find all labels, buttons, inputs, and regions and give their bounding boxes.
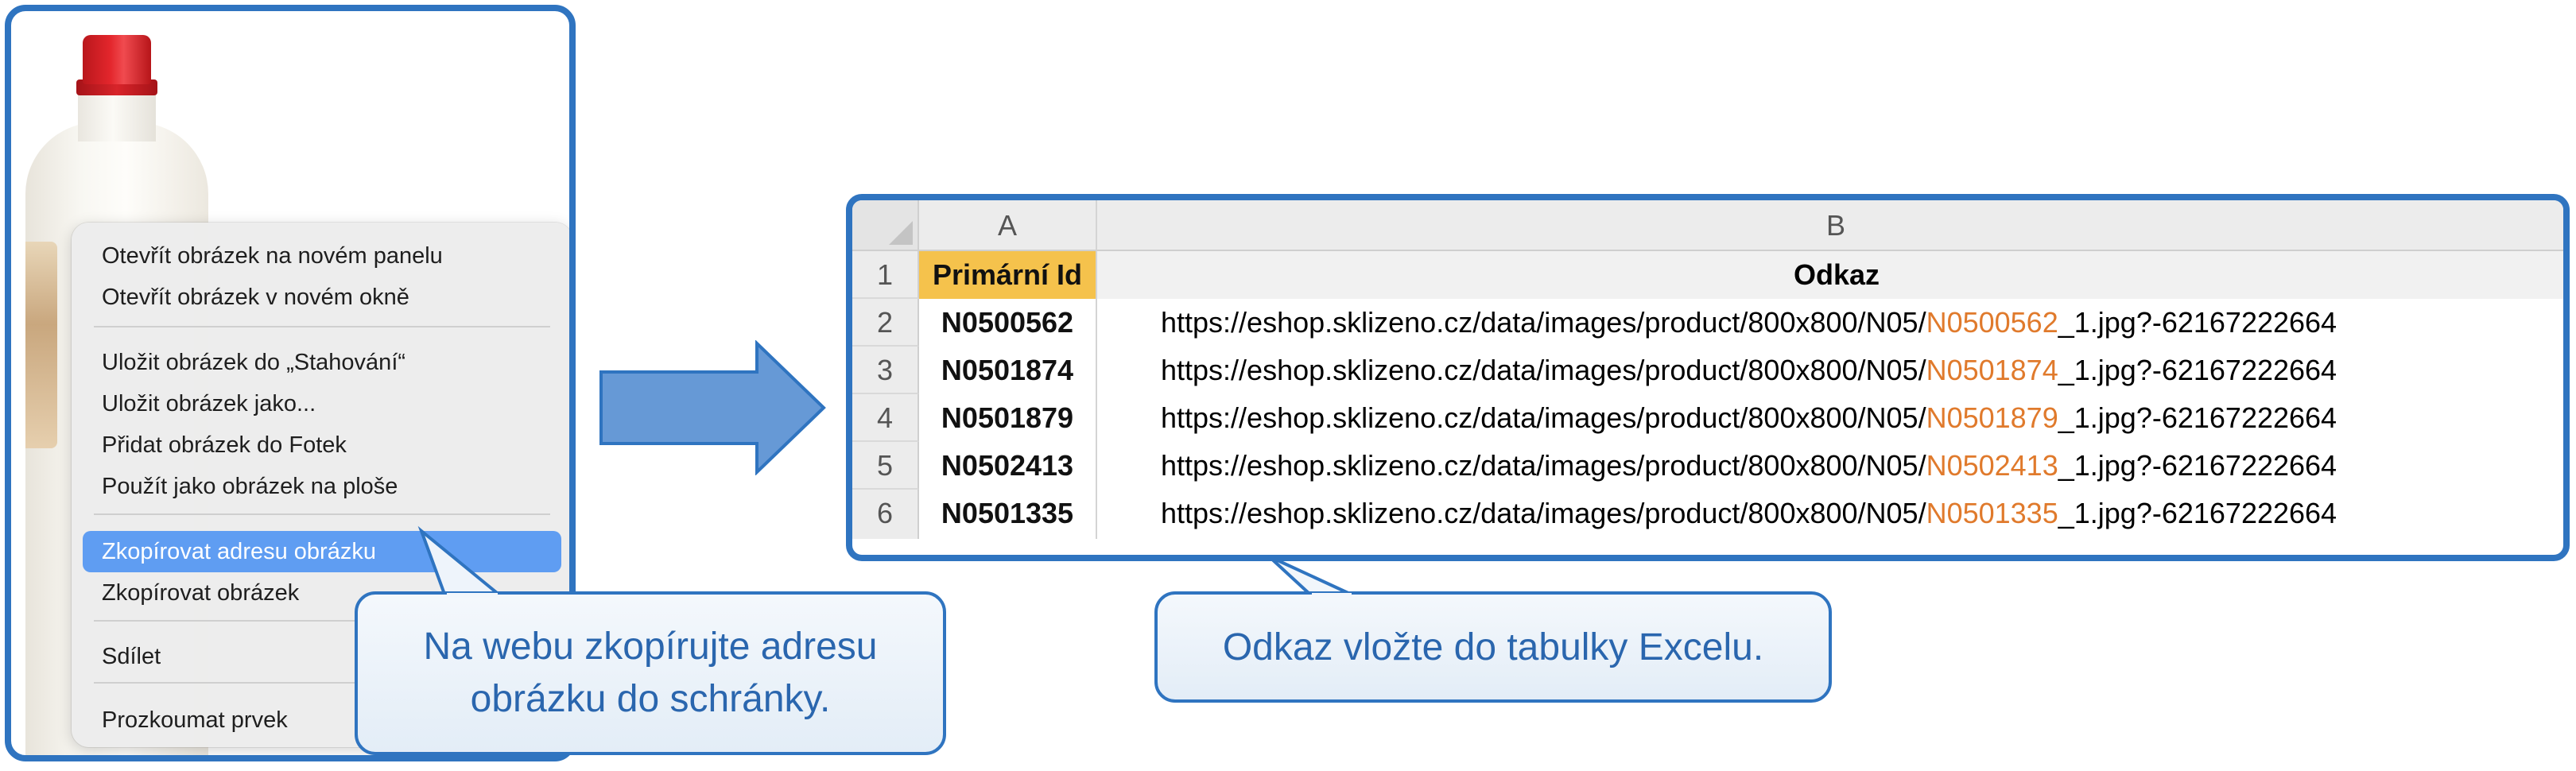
url-prefix: https://eshop.sklizeno.cz/data/images/pr… bbox=[1161, 354, 1926, 386]
row-number[interactable]: 1 bbox=[852, 251, 919, 299]
cell-b-url[interactable]: https://eshop.sklizeno.cz/data/images/pr… bbox=[1097, 394, 2563, 442]
callout-tail-join bbox=[447, 593, 498, 598]
url-suffix: _1.jpg?-62167222664 bbox=[2058, 306, 2337, 339]
cell-a1-header[interactable]: Primární Id bbox=[919, 251, 1097, 299]
url-id-highlight: N0500562 bbox=[1926, 306, 2058, 339]
url-suffix: _1.jpg?-62167222664 bbox=[2058, 354, 2337, 386]
url-suffix: _1.jpg?-62167222664 bbox=[2058, 449, 2337, 482]
url-prefix: https://eshop.sklizeno.cz/data/images/pr… bbox=[1161, 306, 1926, 339]
menu-item-open-new-window[interactable]: Otevřít obrázek v novém okně bbox=[83, 277, 561, 318]
url-id-highlight: N0501335 bbox=[1926, 497, 2058, 529]
url-suffix: _1.jpg?-62167222664 bbox=[2058, 497, 2337, 529]
url-suffix: _1.jpg?-62167222664 bbox=[2058, 401, 2337, 434]
row-number[interactable]: 5 bbox=[852, 442, 919, 490]
callout-left-line-2: obrázku do schránky. bbox=[470, 678, 831, 720]
menu-item-use-as-desktop[interactable]: Použít jako obrázek na ploše bbox=[83, 466, 561, 507]
cell-a-id[interactable]: N0502413 bbox=[919, 442, 1097, 490]
cell-b-url[interactable]: https://eshop.sklizeno.cz/data/images/pr… bbox=[1097, 442, 2563, 490]
menu-item-save-to-downloads[interactable]: Uložit obrázek do „Stahování“ bbox=[83, 342, 561, 383]
cell-a-id[interactable]: N0500562 bbox=[919, 299, 1097, 347]
right-arrow-icon bbox=[599, 340, 826, 475]
row-number[interactable]: 3 bbox=[852, 347, 919, 394]
url-prefix: https://eshop.sklizeno.cz/data/images/pr… bbox=[1161, 401, 1926, 434]
column-header-a[interactable]: A bbox=[919, 200, 1097, 251]
menu-item-add-to-photos[interactable]: Přidat obrázek do Fotek bbox=[83, 424, 561, 466]
url-prefix: https://eshop.sklizeno.cz/data/images/pr… bbox=[1161, 497, 1926, 529]
menu-item-open-new-tab[interactable]: Otevřít obrázek na novém panelu bbox=[83, 235, 561, 277]
row-number[interactable]: 6 bbox=[852, 490, 919, 539]
callout-right-text: Odkaz vložte do tabulky Excelu. bbox=[1222, 626, 1764, 668]
menu-separator bbox=[94, 513, 550, 515]
menu-separator bbox=[94, 326, 550, 327]
cell-b-url[interactable]: https://eshop.sklizeno.cz/data/images/pr… bbox=[1097, 299, 2563, 347]
cell-b-url[interactable]: https://eshop.sklizeno.cz/data/images/pr… bbox=[1097, 490, 2563, 539]
cell-b1-header[interactable]: Odkaz bbox=[1097, 251, 2563, 299]
cell-a-id[interactable]: N0501874 bbox=[919, 347, 1097, 394]
url-id-highlight: N0502413 bbox=[1926, 449, 2058, 482]
row-number[interactable]: 2 bbox=[852, 299, 919, 347]
callout-left-line-1: Na webu zkopírujte adresu bbox=[423, 626, 878, 668]
url-prefix: https://eshop.sklizeno.cz/data/images/pr… bbox=[1161, 449, 1926, 482]
callout-paste-to-excel: Odkaz vložte do tabulky Excelu. bbox=[1154, 591, 1832, 703]
callout-tail-join bbox=[1312, 593, 1352, 598]
url-id-highlight: N0501879 bbox=[1926, 401, 2058, 434]
select-all-corner[interactable] bbox=[852, 200, 919, 251]
excel-sheet: A B 1 Primární Id Odkaz 2 N0500562 https… bbox=[846, 194, 2570, 561]
cell-b-url[interactable]: https://eshop.sklizeno.cz/data/images/pr… bbox=[1097, 347, 2563, 394]
row-number[interactable]: 4 bbox=[852, 394, 919, 442]
cell-a-id[interactable]: N0501879 bbox=[919, 394, 1097, 442]
url-id-highlight: N0501874 bbox=[1926, 354, 2058, 386]
cell-a-id[interactable]: N0501335 bbox=[919, 490, 1097, 539]
column-header-b[interactable]: B bbox=[1097, 200, 2563, 251]
callout-copy-address: Na webu zkopírujte adresu obrázku do sch… bbox=[355, 591, 946, 755]
menu-item-save-as[interactable]: Uložit obrázek jako... bbox=[83, 383, 561, 424]
